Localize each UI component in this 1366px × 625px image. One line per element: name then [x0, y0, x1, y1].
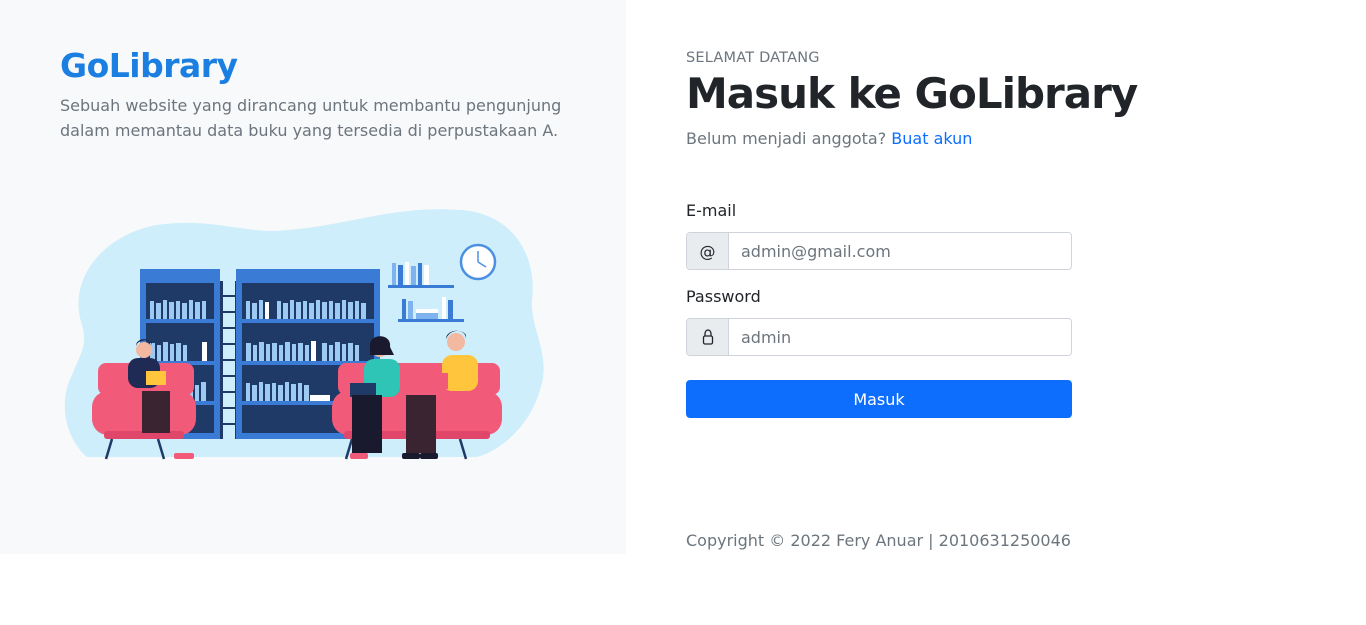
signup-link[interactable]: Buat akun [891, 129, 972, 148]
email-field[interactable] [729, 233, 1071, 269]
intro-panel: GoLibrary Sebuah website yang dirancang … [0, 0, 626, 554]
password-input-group [686, 318, 1072, 356]
login-button[interactable]: Masuk [686, 380, 1072, 418]
copyright-text: Copyright © 2022 Fery Anuar | 2010631250… [686, 531, 1071, 550]
library-illustration [64, 209, 544, 460]
login-panel: SELAMAT DATANG Masuk ke GoLibrary Belum … [686, 0, 1138, 625]
tagline: Sebuah website yang dirancang untuk memb… [60, 96, 562, 140]
email-label: E-mail [686, 201, 737, 220]
password-label: Password [686, 287, 761, 306]
signup-prompt-text: Belum menjadi anggota? [686, 129, 887, 148]
welcome-text: SELAMAT DATANG [686, 50, 820, 66]
lock-icon [687, 319, 729, 355]
email-input-group: @ [686, 232, 1072, 270]
at-sign-addon: @ [687, 233, 729, 269]
page-title: Masuk ke GoLibrary [686, 69, 1138, 118]
password-field[interactable] [729, 319, 1071, 355]
brand-logo: GoLibrary [60, 46, 238, 85]
signup-prompt: Belum menjadi anggota? Buat akun [686, 129, 972, 148]
